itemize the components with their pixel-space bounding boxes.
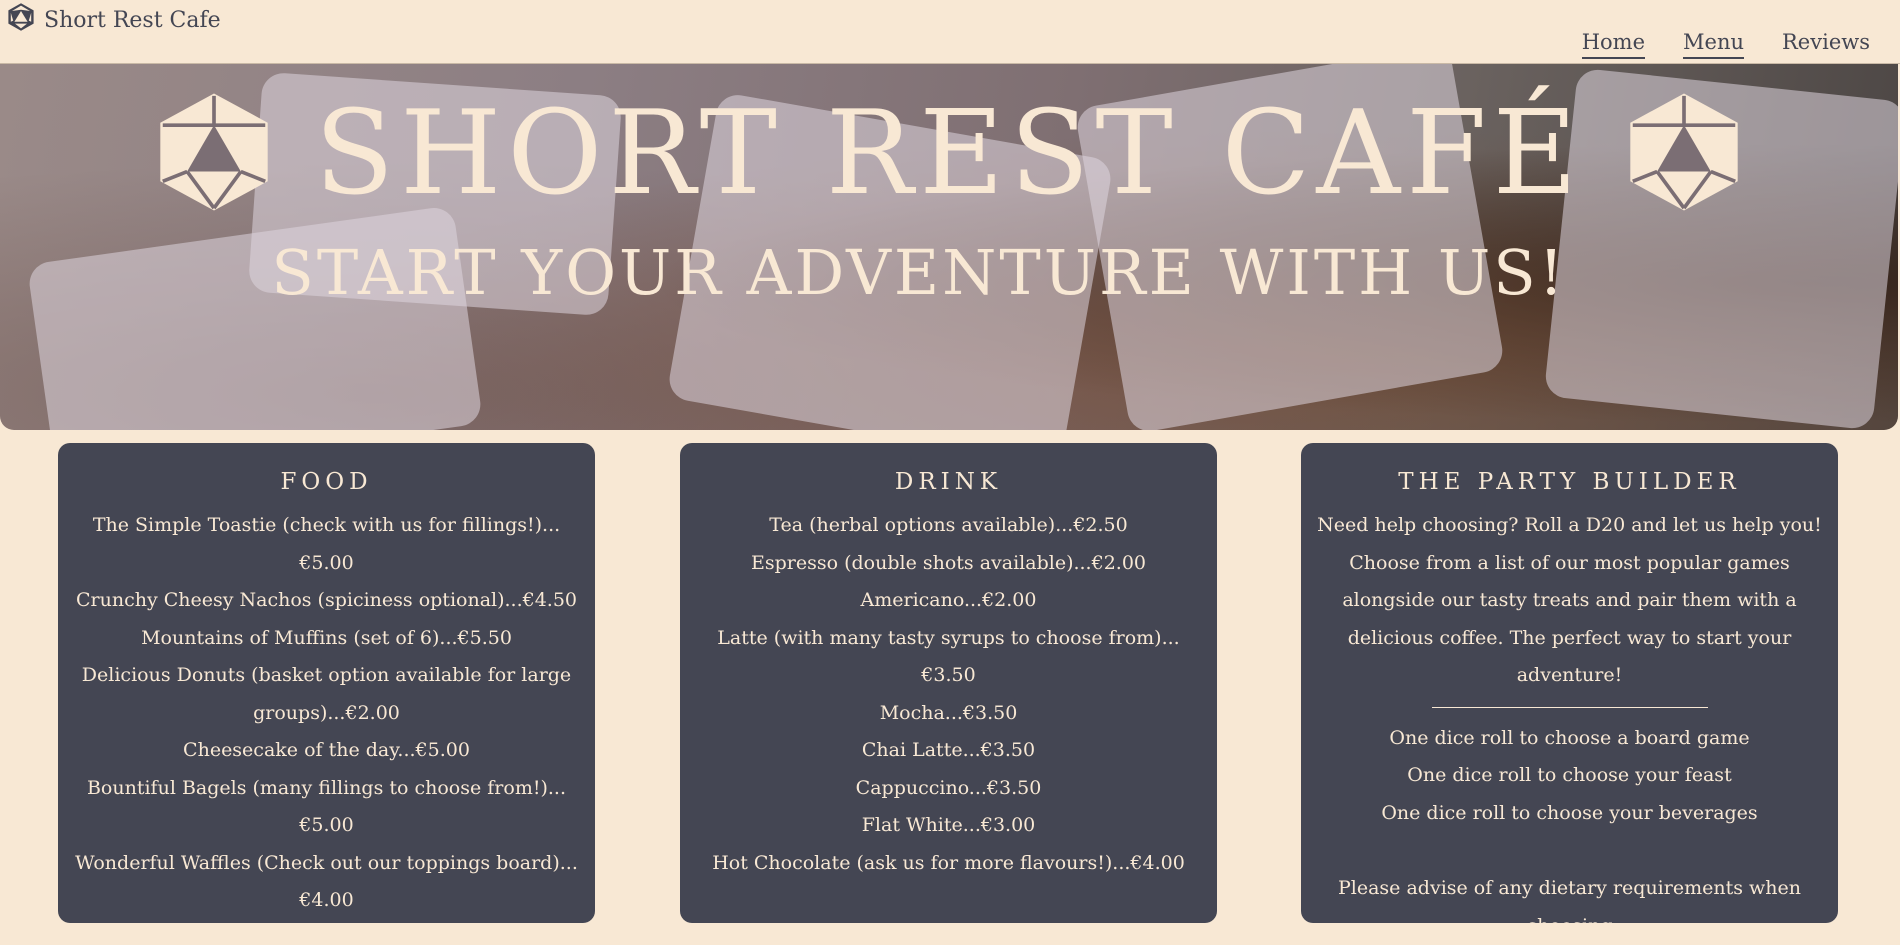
drink-item: Latte (with many tasty syrups to choose … [717,626,1180,687]
drink-item: Tea (herbal options available)...€2.50 [769,514,1128,536]
drink-item: Hot Chocolate (ask us for more flavours!… [712,851,1185,874]
divider [1431,706,1708,708]
party-builder-card: THE PARTY BUILDER Need help choosing? Ro… [1301,443,1838,937]
brand-name: Short Rest Cafe [44,7,221,33]
drink-item: Espresso (double shots available)...€2.0… [751,551,1146,574]
food-item: Mountains of Muffins (set of 6)...€5.50 [141,626,512,649]
food-list: The Simple Toastie (check with us for fi… [70,507,583,920]
d20-icon [6,2,36,38]
main-nav: Home Menu Reviews [1581,30,1870,59]
food-item: The Simple Toastie (check with us for fi… [92,514,561,574]
d20-icon [153,87,275,221]
drink-item: Americano...€2.00 [860,589,1037,611]
nav-home-link[interactable]: Home [1581,30,1646,59]
party-builder-heading: THE PARTY BUILDER [1398,469,1741,495]
hero-banner: SHORT REST CAFÉ START YOUR ADVENTURE WIT… [0,64,1898,430]
drink-item: Mocha...€3.50 [879,701,1018,724]
site-title: SHORT REST CAFÉ [314,86,1584,221]
food-heading: FOOD [280,469,373,495]
drink-item: Cappuccino...€3.50 [855,776,1042,799]
drink-heading: DRINK [894,469,1003,495]
drink-list: Tea (herbal options available)...€2.50 E… [692,507,1205,882]
food-item: Wonderful Waffles (Check out our topping… [75,851,578,912]
hero-subtitle: START YOUR ADVENTURE WITH US! [271,236,1567,309]
hero-title: SHORT REST CAFÉ [0,86,1898,221]
nav-menu-link[interactable]: Menu [1683,30,1744,59]
party-roll-list: One dice roll to choose a board game One… [1313,720,1826,833]
top-navbar: Short Rest Cafe Home Menu Reviews [0,0,1900,64]
food-item: Cheesecake of the day...€5.00 [183,739,470,761]
party-roll-item: One dice roll to choose a board game [1389,726,1750,749]
drink-item: Chai Latte...€3.50 [861,739,1036,761]
party-roll-item: One dice roll to choose your beverages [1381,801,1758,824]
food-item: Bountiful Bagels (many fillings to choos… [86,776,567,837]
party-builder-intro: Need help choosing? Roll a D20 and let u… [1317,514,1822,686]
d20-icon [1623,87,1745,221]
food-item: Delicious Donuts (basket option availabl… [81,664,572,724]
nav-reviews-link[interactable]: Reviews [1782,30,1870,59]
drink-card: DRINK Tea (herbal options available)...€… [680,443,1217,923]
dietary-note: Please advise of any dietary requirement… [1338,877,1801,937]
drink-item: Flat White...€3.00 [861,814,1036,836]
brand-link[interactable]: Short Rest Cafe [6,2,221,38]
food-item: Crunchy Cheesy Nachos (spiciness optiona… [75,589,578,611]
food-card: FOOD The Simple Toastie (check with us f… [58,443,595,923]
party-roll-item: One dice roll to choose your feast [1407,764,1732,786]
